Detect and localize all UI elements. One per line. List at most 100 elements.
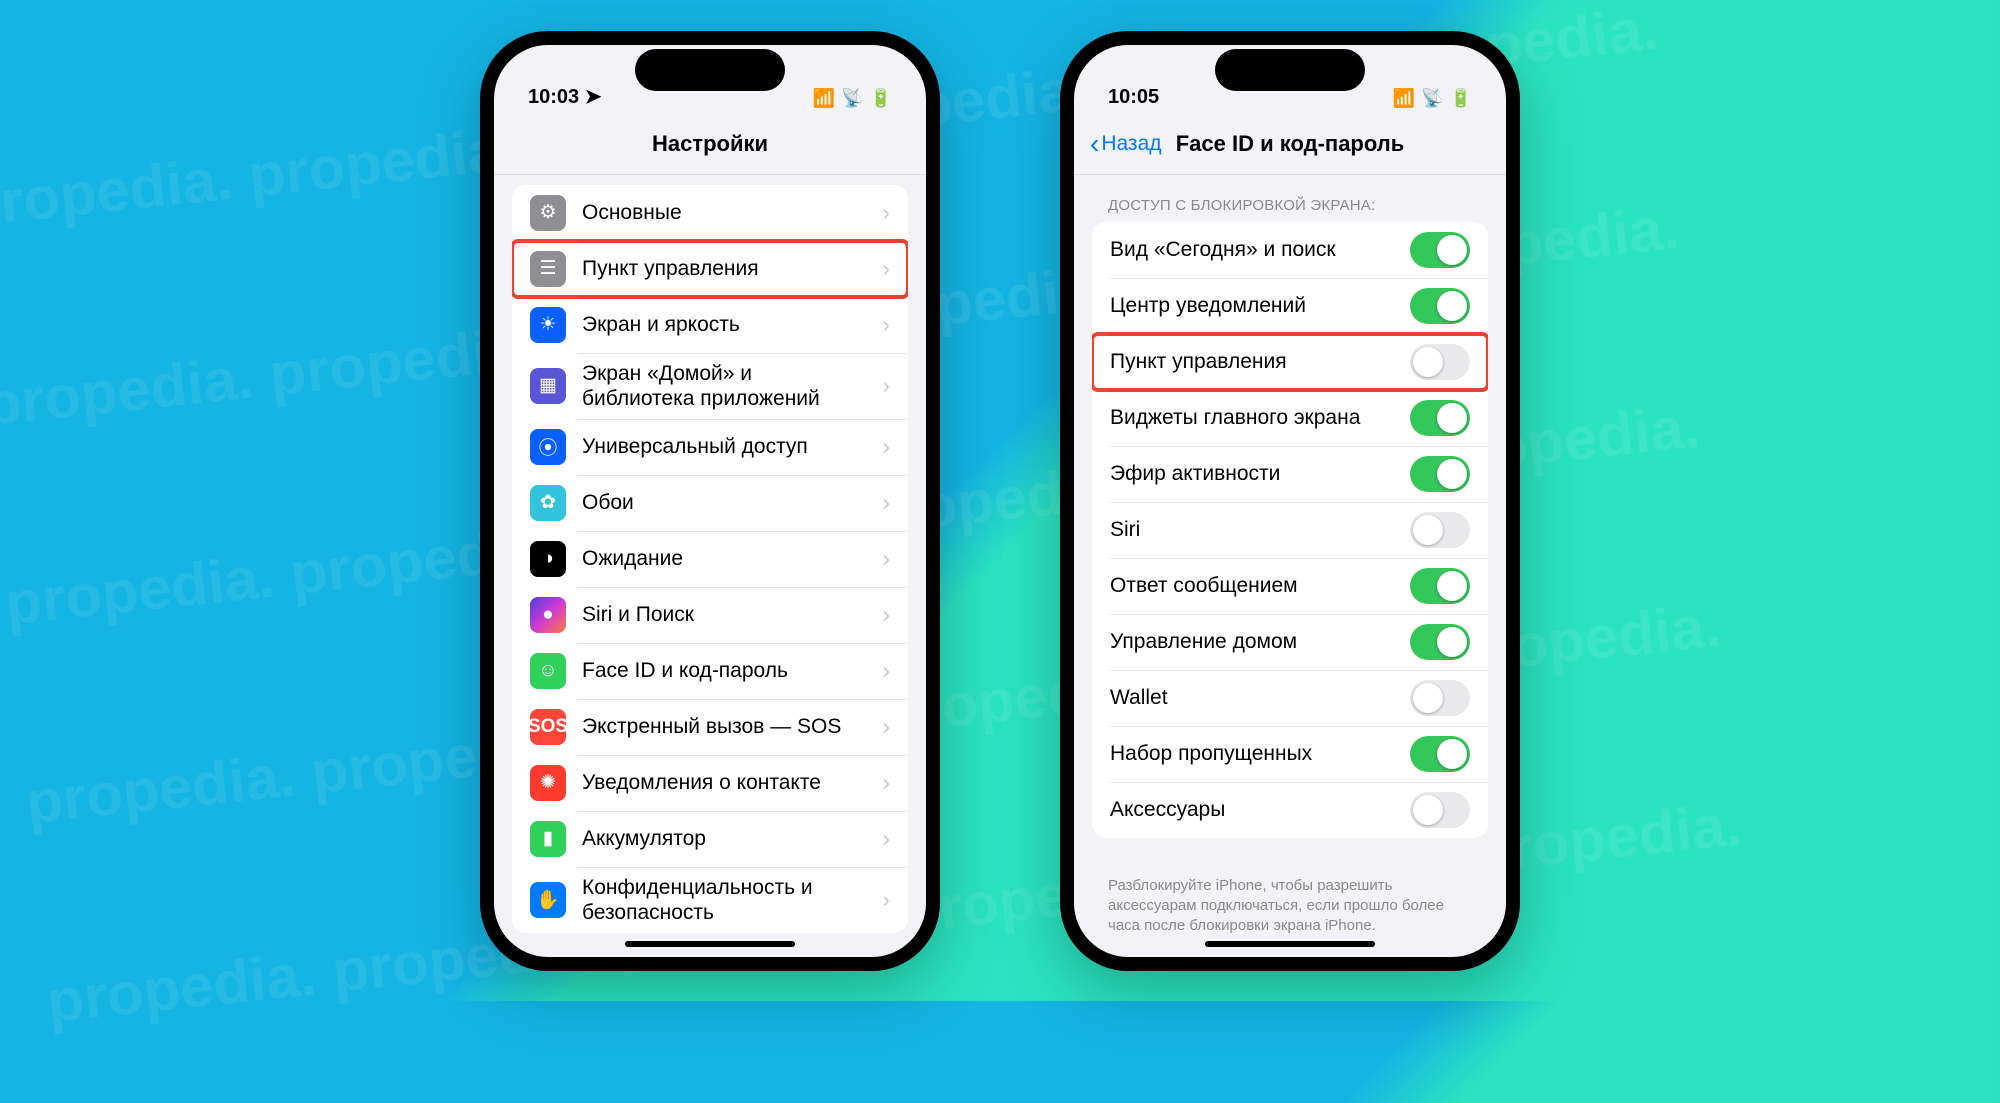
signal-icon: 📶 [1393,88,1415,109]
toggle-wallet-row: Wallet [1092,670,1488,726]
navbar: ‹ Назад Face ID и код-пароль [1074,115,1506,175]
chevron-right-icon: › [883,658,890,684]
navbar-title: Face ID и код-пароль [1176,131,1405,157]
phone-right-screen: 10:05 📶 📡 🔋 ‹ Назад Face ID и код-пароль… [1074,45,1506,957]
row-label: Пункт управления [1110,349,1394,374]
settings-row-control-center[interactable]: ☰ Пункт управления › [512,241,908,297]
row-label: Аксессуары [1110,797,1394,822]
row-label: Face ID и код-пароль [582,658,867,683]
row-label: Универсальный доступ [582,434,867,459]
settings-row-display[interactable]: ☀ Экран и яркость › [512,297,908,353]
navbar: Настройки [494,115,926,175]
wifi-icon: 📡 [1421,88,1443,109]
phone-left-screen: 10:03 ➤ 📶 📡 🔋 Настройки ⚙Основные›☰Пункт… [494,45,926,957]
settings-row-battery-icon: ▮ [530,821,566,857]
settings-row-battery[interactable]: ▮Аккумулятор› [512,811,908,867]
toggle-control-center-row: Пункт управления [1092,334,1488,390]
row-label: Обои [582,490,867,515]
settings-row-faceid[interactable]: ☺ Face ID и код-пароль › [512,643,908,699]
toggle-live-activities[interactable] [1410,456,1470,492]
chevron-right-icon: › [883,770,890,796]
settings-row-control-center-icon: ☰ [530,251,566,287]
row-label: Основные [582,200,867,225]
toggle-siri-row: Siri [1092,502,1488,558]
row-label: Виджеты главного экрана [1110,405,1394,430]
settings-row-accessibility[interactable]: ⦿Универсальный доступ› [512,419,908,475]
toggle-live-activities-row: Эфир активности [1092,446,1488,502]
navbar-title: Настройки [652,131,768,157]
toggle-home-control-row: Управление домом [1092,614,1488,670]
settings-list[interactable]: ⚙ Основные › ☰ Пункт управления › ☀ Экран и ярк… [494,175,926,957]
row-label: Экран «Домой» и библиотека приложений [582,361,867,411]
phone-frame-right: 10:05 📶 📡 🔋 ‹ Назад Face ID и код-пароль… [1060,31,1520,971]
chevron-right-icon: › [883,312,890,338]
toggle-reply-message[interactable] [1410,568,1470,604]
dynamic-island [635,49,785,91]
row-label: Ответ сообщением [1110,573,1394,598]
settings-row-general-icon: ⚙ [530,195,566,231]
row-label: Wallet [1110,685,1394,710]
chevron-right-icon: › [883,714,890,740]
settings-row-siri[interactable]: ● Siri и Поиск › [512,587,908,643]
chevron-right-icon: › [883,490,890,516]
toggle-return-missed[interactable] [1410,736,1470,772]
settings-row-sos-icon: SOS [530,709,566,745]
home-indicator[interactable] [625,941,795,947]
chevron-right-icon: › [883,200,890,226]
settings-row-exposure-icon: ✺ [530,765,566,801]
battery-icon: 🔋 [870,88,892,109]
chevron-right-icon: › [883,256,890,282]
section-header: ДОСТУП С БЛОКИРОВКОЙ ЭКРАНА: [1074,185,1506,222]
row-label: Siri [1110,517,1394,542]
toggle-wallet[interactable] [1410,680,1470,716]
settings-row-display-icon: ☀ [530,307,566,343]
back-button-label: Назад [1101,132,1161,156]
toggle-today-view[interactable] [1410,232,1470,268]
chevron-right-icon: › [883,602,890,628]
row-label: Центр уведомлений [1110,293,1394,318]
row-label: Экстренный вызов — SOS [582,714,867,739]
section-footer: Разблокируйте iPhone, чтобы разрешить ак… [1074,868,1506,941]
row-label: Экран и яркость [582,312,867,337]
row-label: Siri и Поиск [582,602,867,627]
toggle-home-widgets-row: Виджеты главного экрана [1092,390,1488,446]
row-label: Ожидание [582,546,867,571]
location-arrow-icon: ➤ [585,86,602,108]
settings-row-privacy[interactable]: ✋Конфиденциальность и безопасность› [512,867,908,933]
toggle-home-control[interactable] [1410,624,1470,660]
wifi-icon: 📡 [841,88,863,109]
toggle-return-missed-row: Набор пропущенных [1092,726,1488,782]
chevron-right-icon: › [883,826,890,852]
home-indicator[interactable] [1205,941,1375,947]
toggle-today-view-row: Вид «Сегодня» и поиск [1092,222,1488,278]
faceid-list[interactable]: ДОСТУП С БЛОКИРОВКОЙ ЭКРАНА: Вид «Сегодн… [1074,175,1506,957]
settings-row-homescreen[interactable]: ▦Экран «Домой» и библиотека приложений› [512,353,908,419]
dynamic-island [1215,49,1365,91]
chevron-right-icon: › [883,373,890,399]
settings-row-privacy-icon: ✋ [530,882,566,918]
row-label: Набор пропущенных [1110,741,1394,766]
toggle-reply-message-row: Ответ сообщением [1092,558,1488,614]
settings-row-siri-icon: ● [530,597,566,633]
row-label: Уведомления о контакте [582,770,867,795]
settings-row-general[interactable]: ⚙ Основные › [512,185,908,241]
toggle-siri[interactable] [1410,512,1470,548]
settings-row-faceid-icon: ☺ [530,653,566,689]
toggle-notification-center[interactable] [1410,288,1470,324]
settings-row-wallpaper[interactable]: ✿Обои› [512,475,908,531]
toggle-home-widgets[interactable] [1410,400,1470,436]
row-label: Пункт управления [582,256,867,281]
toggle-control-center[interactable] [1410,344,1470,380]
toggle-accessories[interactable] [1410,792,1470,828]
settings-row-exposure[interactable]: ✺ Уведомления о контакте › [512,755,908,811]
row-label: Конфиденциальность и безопасность [582,875,867,925]
settings-row-standby[interactable]: ◑Ожидание› [512,531,908,587]
back-button[interactable]: ‹ Назад [1090,132,1162,156]
settings-row-sos[interactable]: SOS Экстренный вызов — SOS › [512,699,908,755]
status-time: 10:05 [1108,86,1159,109]
phone-frame-left: 10:03 ➤ 📶 📡 🔋 Настройки ⚙Основные›☰Пункт… [480,31,940,971]
status-time: 10:03 ➤ [528,84,601,109]
settings-row-accessibility-icon: ⦿ [530,429,566,465]
toggle-accessories-row: Аксессуары [1092,782,1488,838]
battery-icon: 🔋 [1450,88,1472,109]
